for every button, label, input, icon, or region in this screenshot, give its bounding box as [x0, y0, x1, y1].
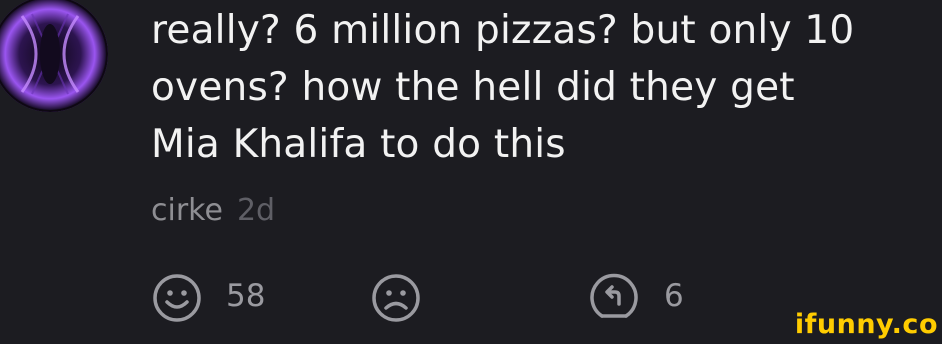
- ifunny-watermark: ifunny.co: [794, 309, 938, 340]
- comment-meta: cirke 2d: [151, 193, 275, 228]
- comment-text: really? 6 million pizzas? but only 10 ov…: [151, 8, 855, 167]
- comment-card: really? 6 million pizzas? but only 10 ov…: [0, 0, 942, 344]
- avatar-portal-graphic: [0, 0, 106, 110]
- frown-icon: [372, 274, 420, 322]
- reply-count: 6: [664, 278, 684, 314]
- smile-count: 58: [226, 278, 266, 314]
- smile-button[interactable]: [151, 272, 203, 324]
- comment-time: 2d: [236, 193, 276, 228]
- avatar[interactable]: [0, 0, 108, 112]
- author-name[interactable]: cirke: [151, 193, 223, 228]
- unsmile-button[interactable]: [370, 272, 422, 324]
- smile-icon: [153, 274, 201, 322]
- reply-icon: [590, 273, 638, 318]
- reply-button[interactable]: [588, 272, 640, 324]
